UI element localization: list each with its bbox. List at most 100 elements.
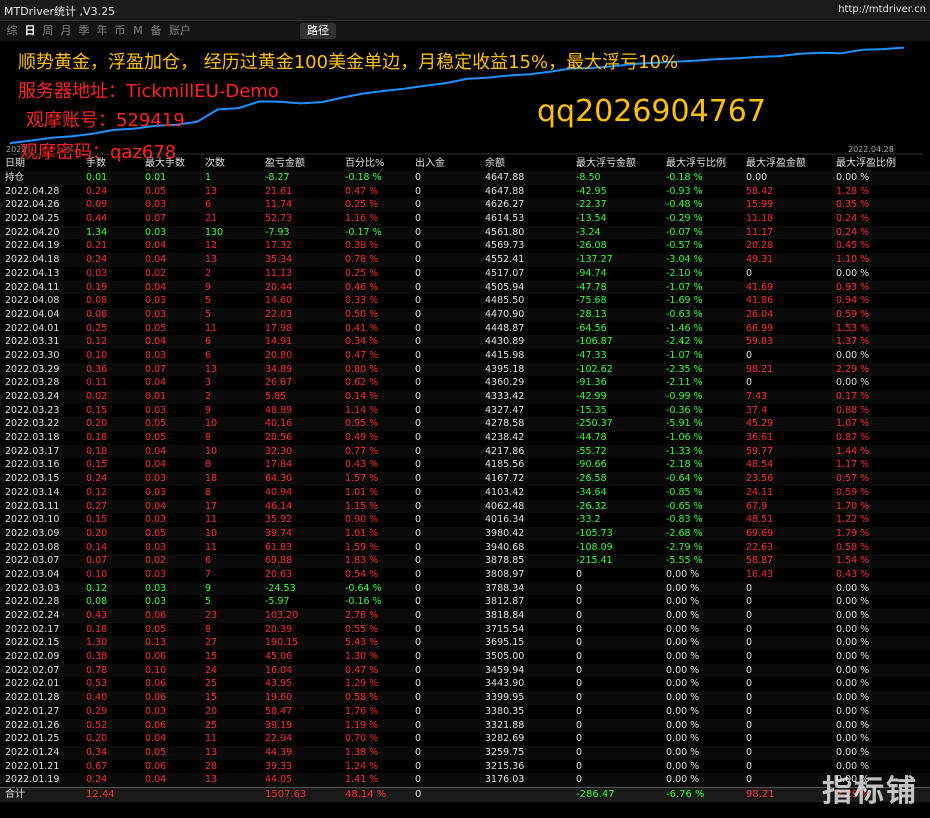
cell-col-6: 0 bbox=[415, 172, 422, 183]
table-row[interactable]: 2022.04.26 0.09 0.03 6 11.74 0.25 % 0 4626.27 -2… bbox=[0, 198, 930, 213]
cell-col-10: 0 bbox=[746, 610, 753, 621]
table-row[interactable]: 2022.04.20 1.34 0.03 130 -7.93 -0.17 % 0 4561.8… bbox=[0, 225, 930, 240]
table-row[interactable]: 2022.03.03 0.12 0.03 9 -24.53 -0.64 % 0 3788.34… bbox=[0, 581, 930, 596]
table-row[interactable]: 2022.03.04 0.10 0.03 7 20.63 0.54 % 0 3808.97 0 0… bbox=[0, 567, 930, 582]
tab-8[interactable]: 备 bbox=[148, 23, 164, 39]
table-row[interactable]: 2022.04.13 0.03 0.02 2 11.13 0.25 % 0 4517.07 -9… bbox=[0, 266, 930, 281]
table-row[interactable]: 2022.02.09 0.38 0.06 15 45.06 1.30 % 0 3505.00 0… bbox=[0, 650, 930, 664]
cell-col-10: 0 bbox=[746, 733, 753, 745]
table-row[interactable]: 2022.03.07 0.07 0.02 6 69.88 1.83 % 0 3878.85 -2… bbox=[0, 554, 930, 568]
cell-col-6: 0 bbox=[415, 363, 422, 375]
table-row[interactable]: 2022.03.30 0.10 0.03 6 20.80 0.47 % 0 4415.98 -4… bbox=[0, 348, 930, 363]
cell-col-3: 5 bbox=[205, 308, 212, 320]
cell-col-1: 1.34 bbox=[86, 226, 108, 238]
cell-col-8: -64.56 bbox=[576, 322, 607, 334]
cell-col-9: 0.00 % bbox=[666, 719, 700, 731]
table-row[interactable]: 2022.04.01 0.25 0.05 11 17.98 0.41 % 0 4448.87 -… bbox=[0, 321, 930, 336]
cell-col-6: 0 bbox=[415, 322, 422, 334]
cell-col-1: 1.30 bbox=[86, 637, 108, 649]
table-row[interactable]: 2022.02.24 0.43 0.06 23 103.20 2.78 % 0 3818.84… bbox=[0, 609, 930, 623]
cell-col-4: 52.73 bbox=[265, 213, 293, 225]
table-row[interactable]: 2022.04.08 0.08 0.03 5 14.60 0.33 % 0 4485.50 -7… bbox=[0, 294, 930, 308]
cell-col-10: 0 bbox=[746, 377, 753, 389]
table-row[interactable]: 2022.01.21 0.67 0.06 28 39.33 1.24 % 0 3215.36 0… bbox=[0, 759, 930, 774]
cell-col-3: 1 bbox=[205, 172, 212, 183]
cell-col-0: 2022.03.17 bbox=[5, 445, 60, 457]
table-row[interactable]: 2022.01.28 0.40 0.06 15 19.60 0.58 % 0 3399.95 0… bbox=[0, 691, 930, 705]
cell-col-5: 0.46 % bbox=[345, 281, 379, 293]
tab-3[interactable]: 月 bbox=[58, 23, 74, 39]
cell-col-11: 1.79 % bbox=[836, 527, 870, 539]
cell-col-6: 0 bbox=[415, 432, 422, 444]
site-url-link[interactable]: http://mtdriver.cn bbox=[838, 4, 926, 15]
cell-col-11: 1.44 % bbox=[836, 445, 870, 457]
cell-col-9: -0.85 % bbox=[666, 486, 703, 498]
table-row[interactable]: 2022.03.10 0.15 0.03 11 35.92 0.90 % 0 4016.34 -… bbox=[0, 513, 930, 527]
cell-col-2: 0.06 bbox=[145, 760, 167, 772]
table-row[interactable]: 2022.01.25 0.20 0.04 11 22.94 0.70 % 0 3282.69 0… bbox=[0, 732, 930, 746]
cell-col-4: -24.53 bbox=[265, 582, 296, 594]
table-row[interactable]: 2022.03.16 0.15 0.04 8 17.84 0.43 % 0 4185.56 -9… bbox=[0, 458, 930, 473]
cell-col-7: 3940.68 bbox=[485, 541, 525, 553]
tab-6[interactable]: 币 bbox=[112, 23, 128, 39]
cell-col-2: 0.01 bbox=[145, 391, 167, 402]
cell-col-9: 0.00 % bbox=[666, 760, 700, 772]
table-row[interactable]: 2022.03.23 0.15 0.03 9 48.89 1.14 % 0 4327.47 -1… bbox=[0, 403, 930, 418]
table-row[interactable]: 2022.03.22 0.20 0.05 10 40.16 0.95 % 0 4278.58 -… bbox=[0, 417, 930, 432]
cell-col-3: 7 bbox=[205, 568, 212, 580]
table-row[interactable]: 2022.04.04 0.08 0.03 5 22.03 0.50 % 0 4470.90 -2… bbox=[0, 307, 930, 322]
tab-7[interactable]: M bbox=[130, 23, 146, 39]
table-row[interactable]: 2022.03.09 0.20 0.05 10 39.74 1.01 % 0 3980.42 -… bbox=[0, 526, 930, 541]
table-row[interactable]: 2022.04.19 0.21 0.04 12 17.32 0.38 % 0 4569.73 -… bbox=[0, 239, 930, 254]
table-row[interactable]: 2022.04.18 0.24 0.04 13 35.34 0.78 % 0 4552.41 -… bbox=[0, 253, 930, 267]
table-row[interactable]: 2022.01.26 0.52 0.06 25 39.19 1.19 % 0 3321.88 0… bbox=[0, 718, 930, 733]
tab-0[interactable]: 综 bbox=[4, 23, 20, 39]
cell-col-4: 11.13 bbox=[265, 267, 293, 279]
tab-1[interactable]: 日 bbox=[22, 23, 38, 39]
table-row[interactable]: 2022.01.27 0.29 0.03 20 58.47 1.76 % 0 3380.35 0… bbox=[0, 704, 930, 719]
tab-9[interactable]: 账户 bbox=[166, 23, 194, 39]
table-row[interactable]: 2022.02.07 0.78 0.10 24 16.04 0.47 % 0 3459.94 0… bbox=[0, 663, 930, 678]
overlay-account-text: 观摩账号：529419 bbox=[26, 110, 185, 131]
cell-col-6: 0 bbox=[415, 568, 422, 580]
table-row[interactable]: 2022.03.31 0.12 0.04 6 14.91 0.34 % 0 4430.89 -1… bbox=[0, 335, 930, 349]
table-row[interactable]: 2022.03.28 0.11 0.04 3 26.87 0.62 % 0 4360.29 -9… bbox=[0, 376, 930, 390]
route-button[interactable]: 路径 bbox=[300, 23, 336, 39]
cell-col-11: 0.24 % bbox=[836, 213, 870, 225]
cell-col-8: -94.74 bbox=[576, 267, 607, 279]
table-row[interactable]: 2022.03.14 0.12 0.03 8 40.94 1.01 % 0 4103.42 -3… bbox=[0, 485, 930, 500]
cell-col-11: 0.45 % bbox=[836, 240, 870, 252]
table-row[interactable]: 2022.03.15 0.24 0.03 18 64.30 1.57 % 0 4167.72 -… bbox=[0, 472, 930, 486]
table-row[interactable]: 2022.04.11 0.19 0.04 9 20.44 0.46 % 0 4505.94 -4… bbox=[0, 280, 930, 295]
cell-col-1: 0.18 bbox=[86, 445, 108, 457]
table-row[interactable]: 2022.03.17 0.18 0.04 10 32.30 0.77 % 0 4217.86 -… bbox=[0, 444, 930, 459]
table-row[interactable]: 2022.02.17 0.18 0.05 8 20.39 0.55 % 0 3715.54 0 0… bbox=[0, 622, 930, 637]
cell-col-2: 0.03 bbox=[145, 705, 167, 717]
table-row[interactable]: 持仓 0.01 0.01 1 -8.27 -0.18 % 0 4647.88 -8.50 -0.1… bbox=[0, 171, 930, 185]
table-row[interactable]: 2022.02.01 0.53 0.06 25 43.95 1.29 % 0 3443.90 0… bbox=[0, 677, 930, 692]
cell-col-9: 0.00 % bbox=[666, 568, 700, 580]
table-row[interactable]: 2022.01.19 0.24 0.04 13 44.05 1.41 % 0 3176.03 0… bbox=[0, 773, 930, 787]
cell-col-1: 0.15 bbox=[86, 404, 108, 416]
cell-col-10: 26.04 bbox=[746, 308, 774, 320]
tab-5[interactable]: 年 bbox=[94, 23, 110, 39]
cell-col-2: 0.03 bbox=[145, 199, 167, 211]
cell-col-5: 百分比% bbox=[345, 158, 385, 169]
table-row[interactable]: 2022.03.29 0.36 0.07 13 34.89 0.80 % 0 4395.18 -… bbox=[0, 362, 930, 377]
cell-col-5: -0.18 % bbox=[345, 172, 382, 183]
table-row[interactable]: 2022.03.08 0.14 0.03 11 61.83 1.59 % 0 3940.68 -… bbox=[0, 540, 930, 555]
table-row[interactable]: 2022.03.18 0.18 0.05 8 20.56 0.49 % 0 4238.42 -4… bbox=[0, 431, 930, 445]
table-total-row[interactable]: 合计 12.44 1507.63 48.14 % 0 -286.47 -6.76 % 98.2… bbox=[0, 786, 930, 802]
tab-2[interactable]: 周 bbox=[40, 23, 56, 39]
table-row[interactable]: 2022.04.28 0.24 0.05 13 21.61 0.47 % 0 4647.88 -… bbox=[0, 184, 930, 199]
table-row[interactable]: 2022.03.11 0.27 0.04 17 46.14 1.15 % 0 4062.48 -… bbox=[0, 499, 930, 514]
cell-col-9: -2.68 % bbox=[666, 527, 703, 539]
table-row[interactable]: 2022.03.24 0.02 0.01 2 5.85 0.14 % 0 4333.42 -42… bbox=[0, 390, 930, 404]
table-row[interactable]: 2022.02.15 1.30 0.13 27 190.15 5.43 % 0 3695.15… bbox=[0, 636, 930, 651]
cell-col-0: 持仓 bbox=[5, 172, 25, 183]
cell-col-6: 0 bbox=[415, 486, 422, 498]
table-row[interactable]: 2022.04.25 0.44 0.07 21 52.73 1.16 % 0 4614.53 -… bbox=[0, 212, 930, 226]
table-row[interactable]: 2022.01.24 0.34 0.05 13 44.39 1.38 % 0 3259.75 0… bbox=[0, 745, 930, 760]
tab-4[interactable]: 季 bbox=[76, 23, 92, 39]
table-row[interactable]: 2022.02.28 0.08 0.03 5 -5.97 -0.16 % 0 3812.87 0… bbox=[0, 595, 930, 609]
